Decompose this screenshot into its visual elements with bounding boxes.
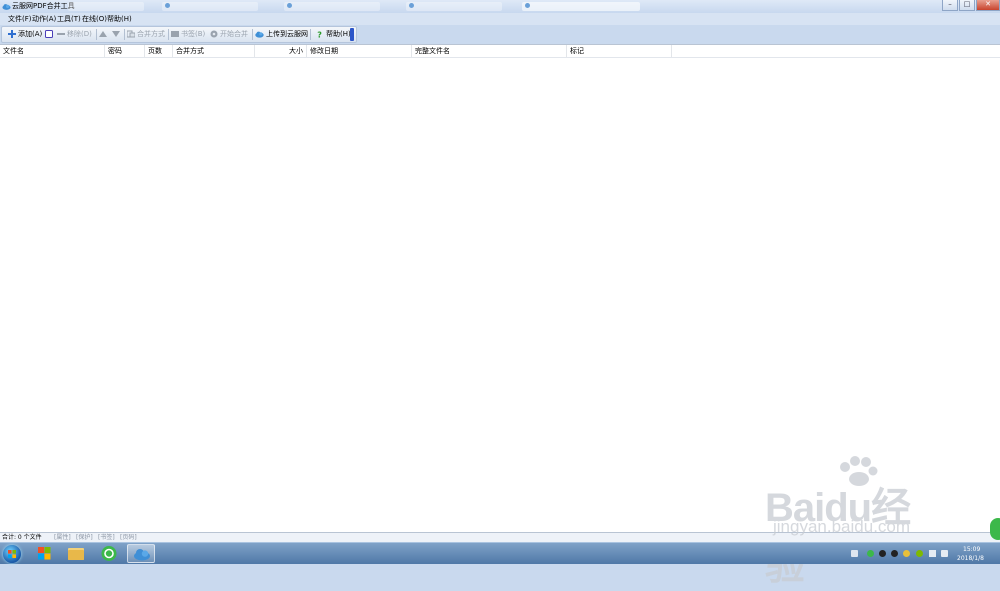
qq-icon[interactable] [891,550,898,557]
question-icon: ? [317,31,322,39]
help-label: 帮助(H) [326,30,351,38]
start-merge-label: 开始合并 [220,30,248,38]
toolbar-grip[interactable] [350,28,354,41]
column-tag[interactable]: 标记 [567,45,672,57]
column-password[interactable]: 密码 [105,45,145,57]
background-tab [406,2,502,11]
maximize-button[interactable]: □ [959,0,975,11]
menu-bar: 文件(F) 动作(A) 工具(T) 在线(O) 帮助(H) [0,13,1000,25]
menu-action[interactable]: 动作(A) [32,14,56,24]
menu-tools[interactable]: 工具(T) [57,14,81,24]
start-button[interactable] [3,545,21,563]
refresh-icon [101,546,117,561]
bookmark-button[interactable]: 书签(B) [171,28,205,41]
tab-icon [287,3,292,8]
merge-mode-button[interactable]: 合并方式 [127,28,165,41]
select-toggle-button[interactable] [45,28,55,41]
remove-label: 移除(D) [67,30,92,38]
add-button[interactable]: 添加(A) [8,28,42,41]
arrow-up-icon [99,31,107,37]
move-down-button[interactable] [112,28,122,41]
clock-time[interactable]: 15:09 [963,546,980,553]
add-label: 添加(A) [18,30,43,38]
minimize-button[interactable]: – [942,0,958,11]
upload-label: 上传到云服网 [266,30,308,38]
cloud-icon [134,549,150,561]
background-tab [68,2,144,11]
column-pages[interactable]: 页数 [145,45,173,57]
toolbar: 添加(A) 移除(D) 合并方式 书签(B) 开始合并 上传到云服网 ? 帮助(H… [1,26,357,43]
merge-mode-label: 合并方式 [137,30,165,38]
checkbox-icon [45,30,53,38]
bookmark-icon [171,31,179,37]
notification-icon[interactable] [903,550,910,557]
window-controls: – □ ✕ [941,0,1000,11]
windows-logo-icon [8,550,16,558]
toolbar-separator [124,29,125,40]
column-merge-mode[interactable]: 合并方式 [173,45,255,57]
tab-icon [525,3,530,8]
keyboard-icon[interactable] [851,550,858,557]
bookmark-label: 书签(B) [181,30,206,38]
toolbar-separator [96,29,97,40]
column-modified[interactable]: 修改日期 [307,45,412,57]
taskbar-app-pdf-merge[interactable] [127,544,155,563]
security-tray-icon[interactable] [867,550,874,557]
toolbar-separator [310,29,311,40]
window-title: 云服网PDF合并工具 [12,2,75,10]
background-tab [522,2,640,11]
app-tray-icon[interactable] [916,550,923,557]
help-button[interactable]: ? 帮助(H) [316,28,351,41]
taskbar: 15:09 2018/1/8 [0,542,1000,564]
minus-icon [57,33,65,35]
upload-button[interactable]: 上传到云服网 [255,28,308,41]
plus-icon [8,30,16,38]
floating-assistant-icon[interactable] [990,518,1000,540]
title-bar[interactable]: 云服网PDF合并工具 – □ ✕ [0,0,1000,14]
watermark-url: jingyan.baidu.com [773,517,911,536]
column-size[interactable]: 大小 [255,45,307,57]
column-filename[interactable]: 文件名 [0,45,105,57]
close-button[interactable]: ✕ [976,0,1000,11]
clock-date[interactable]: 2018/1/8 [957,555,984,562]
tab-icon [165,3,170,8]
volume-icon[interactable] [929,550,936,557]
folder-icon [68,548,84,560]
taskbar-app-explorer[interactable] [62,544,90,563]
arrow-down-icon [112,31,120,37]
merge-icon [127,30,135,38]
network-icon[interactable] [941,550,948,557]
move-up-button[interactable] [99,28,109,41]
column-fullname[interactable]: 完整文件名 [412,45,567,57]
gear-icon [210,30,218,38]
menu-help[interactable]: 帮助(H) [107,14,132,24]
start-merge-button[interactable]: 开始合并 [210,28,248,41]
qq-icon[interactable] [879,550,886,557]
baidu-watermark: Baidu经验 jingyan.baidu.com [765,455,945,588]
list-header: 文件名 密码 页数 合并方式 大小 修改日期 完整文件名 标记 [0,45,1000,58]
taskbar-app-360[interactable] [95,544,123,563]
windows-flag-icon [38,547,51,560]
toolbar-separator [168,29,169,40]
cloud-app-icon [2,4,11,10]
tab-icon [409,3,414,8]
toolbar-separator [252,29,253,40]
background-tab [284,2,380,11]
remove-button[interactable]: 移除(D) [57,28,92,41]
taskbar-app-browser[interactable] [30,544,58,563]
cloud-icon [255,31,264,38]
menu-file[interactable]: 文件(F) [8,14,32,24]
menu-online[interactable]: 在线(O) [82,14,107,24]
svg-text:?: ? [317,31,322,39]
background-tab [162,2,258,11]
